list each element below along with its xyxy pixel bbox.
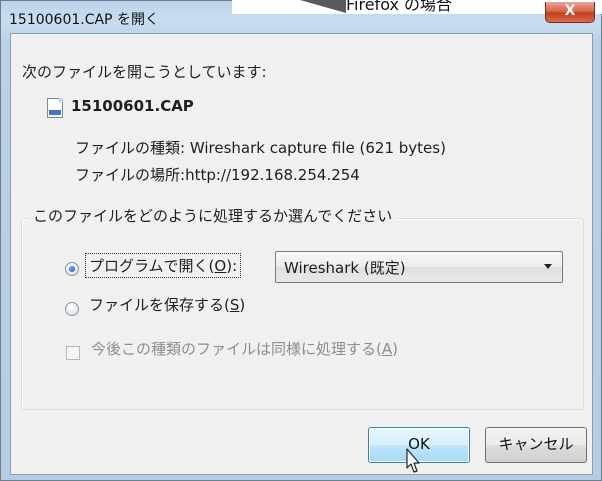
mouse-pointer-icon xyxy=(406,448,420,473)
cap-file-icon xyxy=(47,98,63,118)
file-type-label: ファイルの種類: xyxy=(75,139,186,157)
open-with-accesskey: O xyxy=(214,257,227,275)
program-select-value: Wireshark (既定) xyxy=(284,259,406,277)
file-location-label: ファイルの場所: xyxy=(75,166,186,184)
remember-accesskey: A xyxy=(381,340,393,358)
file-type-line: ファイルの種類: Wireshark capture file (621 byt… xyxy=(75,137,446,158)
close-icon: X xyxy=(564,3,576,19)
open-with-label[interactable]: プログラムで開く(O): xyxy=(85,253,242,278)
cancel-button[interactable]: キャンセル xyxy=(485,427,587,463)
file-open-dialog: 15100601.CAP を開く X 次のファイルを開こうとしています: 151… xyxy=(0,0,602,481)
file-location-line: ファイルの場所:http://192.168.254.254 xyxy=(75,164,360,185)
file-name: 15100601.CAP xyxy=(71,97,194,115)
file-location-value: http://192.168.254.254 xyxy=(185,166,360,184)
save-file-accesskey: S xyxy=(229,296,240,314)
window-title: 15100601.CAP を開く xyxy=(9,12,159,28)
callout-pointer xyxy=(300,0,346,13)
remember-checkbox[interactable] xyxy=(66,346,80,360)
file-type-value: Wireshark capture file (621 bytes) xyxy=(189,139,446,157)
save-file-label[interactable]: ファイルを保存する(S) xyxy=(89,294,245,315)
remember-label: 今後この種類のファイルは同様に処理する(A) xyxy=(91,340,398,358)
callout-text: Firefox の場合 xyxy=(346,0,453,14)
open-with-radio[interactable] xyxy=(65,262,79,276)
save-file-radio[interactable] xyxy=(65,302,79,316)
program-select[interactable]: Wireshark (既定) xyxy=(275,251,563,283)
action-group-legend: このファイルをどのように処理するか選んでください xyxy=(29,205,397,226)
close-button[interactable]: X xyxy=(545,2,595,23)
open-prompt: 次のファイルを開こうとしています: xyxy=(22,63,267,81)
dialog-body: 次のファイルを開こうとしています: 15100601.CAP ファイルの種類: … xyxy=(10,33,593,475)
chevron-down-icon xyxy=(544,264,552,269)
